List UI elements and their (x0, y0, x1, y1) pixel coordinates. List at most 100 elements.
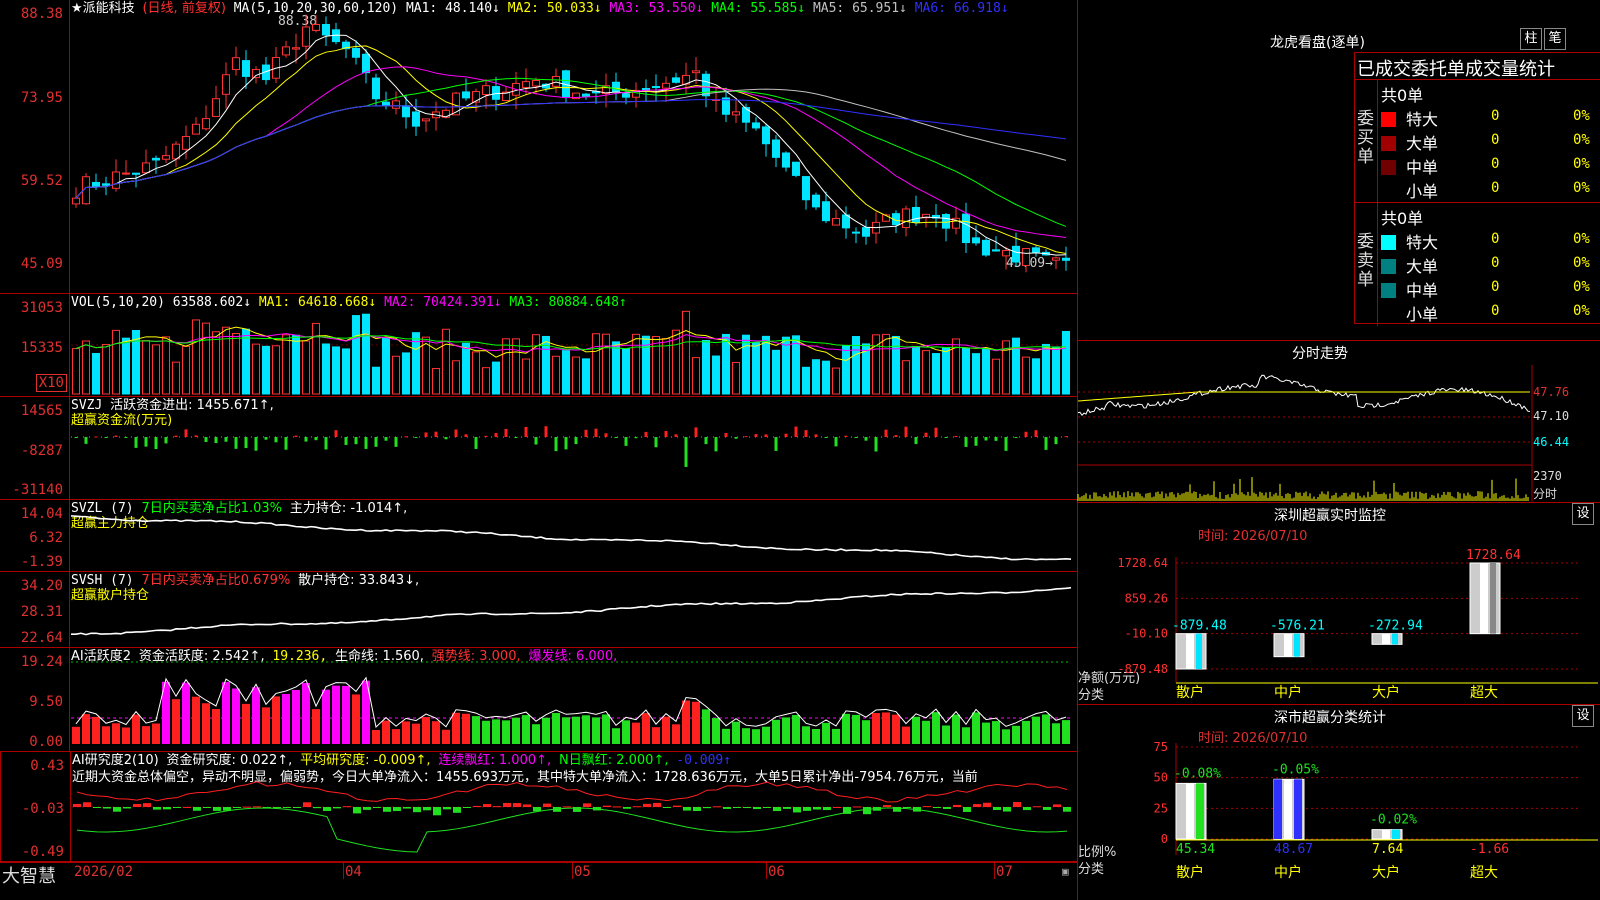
price-tick: 73.95 (20, 90, 63, 106)
volume-bar (292, 334, 300, 395)
classify-bar-chart[interactable]: 75 50 25 0 -0.08% 45.34 散户 -0.05% 48.67 中户 -0.02% 7… (1078, 705, 1600, 900)
volume-bar (552, 355, 560, 395)
intraday-panel[interactable]: 分时走势 47.76 47.10 46.44 2370 分时 (1077, 340, 1600, 503)
activity-bar (642, 713, 650, 744)
volume-bar (732, 361, 740, 395)
research-bar (693, 807, 701, 811)
candle-body (292, 47, 300, 50)
activity-bar (552, 713, 560, 744)
lock-icon[interactable]: ▣ (1062, 865, 1069, 878)
flow-bar (124, 437, 128, 438)
ai-research-panel[interactable]: 0.43 -0.03 -0.49 AI研究度2(10) 资金研究度: 0.022… (0, 752, 1077, 862)
ai-activity-tick: 9.50 (29, 694, 63, 710)
ai-activity-axis: 19.24 9.50 0.00 (0, 648, 70, 751)
intraday-vol-unit: 分时 (1533, 487, 1558, 501)
activity-bar (1042, 714, 1050, 744)
flow-bar (1034, 430, 1038, 437)
brand-logo[interactable]: 大智慧 (2, 862, 56, 888)
flow-bar (384, 437, 388, 441)
activity-bar (262, 707, 270, 744)
research-bar (193, 807, 201, 811)
svzl-chart[interactable] (70, 500, 1077, 572)
flow-bar (764, 434, 768, 437)
price-panel[interactable]: 88.38 73.95 59.52 45.09 ★派能科技 (日线, 前复权) … (0, 0, 1077, 294)
order-count: 0 (1491, 108, 1500, 124)
flow-bar (74, 437, 78, 438)
candle-body (1032, 247, 1040, 253)
candle-body (662, 82, 670, 89)
candle-body (362, 53, 370, 74)
ai-research-chart[interactable] (72, 752, 1078, 862)
activity-bar (872, 713, 880, 744)
activity-bar (292, 689, 300, 744)
tick-mode-button[interactable]: 笔 (1544, 28, 1566, 50)
svsh-chart[interactable] (70, 572, 1077, 648)
date-tick: 2026/02 (74, 864, 134, 880)
volume-chart[interactable] (71, 294, 1077, 397)
ai-activity-chart[interactable] (71, 648, 1077, 752)
flow-bar (654, 437, 658, 448)
order-type: 特大 (1406, 233, 1439, 252)
svzj-chart[interactable] (71, 397, 1077, 500)
activity-bar (962, 727, 970, 744)
flow-bar (934, 427, 938, 437)
order-color-chip (1381, 259, 1396, 274)
candle-body (492, 86, 500, 100)
research-bar (943, 807, 951, 809)
monitor-category-label: 散户 (1176, 684, 1204, 701)
candle-body (482, 85, 490, 96)
volume-bar (602, 333, 610, 395)
flow-bar (904, 426, 908, 437)
flow-bar (94, 436, 98, 438)
volume-bar (892, 335, 900, 395)
flow-bar (424, 432, 428, 437)
intraday-chart[interactable] (1077, 341, 1533, 503)
classify-panel[interactable]: 深市超赢分类统计 设 时间: 2026/07/10 比例% 分类 75 50 25 0… (1078, 704, 1600, 900)
candle-body (232, 57, 240, 71)
svsh-panel[interactable]: 34.20 28.31 22.64 SVSH (7) 7日内买卖净占比0.679… (0, 572, 1077, 648)
monitor-category-label: 大户 (1372, 684, 1400, 701)
research-bar (523, 804, 531, 807)
classify-bar-accent (1196, 783, 1204, 839)
flow-bar (974, 437, 978, 446)
flow-bar (494, 432, 498, 437)
activity-bar (812, 729, 820, 744)
candle-body (282, 46, 290, 56)
research-bar (113, 807, 121, 812)
intraday-vol-max: 2370 (1533, 469, 1562, 483)
research-bar (1013, 802, 1021, 807)
volume-bar (802, 366, 810, 395)
ai-activity-tick: 0.00 (29, 734, 63, 750)
research-bar (433, 807, 441, 816)
column-mode-button[interactable]: 柱 (1520, 28, 1542, 50)
activity-bar (392, 729, 400, 744)
activity-bar (302, 682, 310, 744)
activity-bar (982, 722, 990, 744)
research-bar (983, 802, 991, 807)
monitor-bar-label: -576.21 (1270, 619, 1325, 634)
volume-bar (202, 322, 210, 395)
volume-bar (582, 358, 590, 395)
research-bar (833, 806, 841, 808)
volume-unit[interactable]: X10 (35, 374, 67, 392)
svzj-panel[interactable]: 14565 -8287 -31140 SVZJ 活跃资金进出: 1455.671… (0, 397, 1077, 500)
activity-bar (632, 722, 640, 744)
activity-bar (792, 714, 800, 744)
volume-bar (162, 336, 170, 395)
ai-research-tick: -0.49 (21, 844, 64, 860)
volume-bar (82, 340, 90, 395)
dragon-tiger-panel: 龙虎看盘(逐单) 柱 笔 已成交委托单成交量统计 委买单 共0单 特大 0 0% 大单… (1078, 0, 1600, 340)
flow-bar (554, 437, 558, 452)
ma-line (75, 88, 1067, 199)
activity-bar (342, 685, 350, 744)
candle-body (732, 111, 740, 116)
research-bar (713, 806, 721, 808)
svzl-panel[interactable]: 14.04 6.32 -1.39 SVZL (7) 7日内买卖净占比1.03% … (0, 500, 1077, 572)
monitor-bar-chart[interactable]: 1728.64 859.26 -10.10 -879.48 -879.48 散户 -576.… (1078, 503, 1600, 705)
candlestick-chart[interactable] (71, 0, 1077, 294)
research-bar (563, 806, 571, 808)
flow-bar (294, 435, 298, 437)
volume-panel[interactable]: 31053 15335 X10 VOL(5,10,20) 63588.602↓ … (0, 294, 1077, 397)
monitor-panel[interactable]: 深圳超赢实时监控 设 时间: 2026/07/10 净额(万元) 分类 1728… (1078, 502, 1600, 704)
ai-activity-panel[interactable]: 19.24 9.50 0.00 AI活跃度2 资金活跃度: 2.542↑, 19… (0, 648, 1077, 752)
